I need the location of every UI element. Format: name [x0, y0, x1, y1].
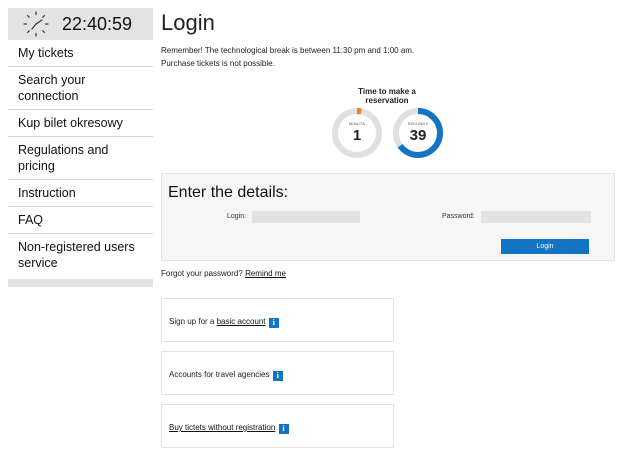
sidebar-item-regulations[interactable]: Regulations and pricing [8, 137, 153, 180]
sidebar-footer [8, 279, 153, 287]
page-title: Login [161, 10, 215, 35]
timer-title: Time to make a reservation [358, 87, 416, 105]
seconds-label: SEKUNDY [407, 121, 429, 126]
minutes-dial: MINUTA 1 [331, 107, 383, 159]
login-button[interactable]: Login [501, 239, 589, 254]
password-input[interactable] [481, 211, 591, 223]
sidebar-item-search-connection[interactable]: Search your connection [8, 67, 153, 110]
travel-agencies-box: Accounts for travel agencies i [161, 351, 394, 395]
info-icon[interactable]: i [278, 424, 289, 434]
clock-bar: 22:40:59 [8, 8, 153, 40]
signup-text: Sign up for a [169, 317, 217, 326]
sidebar: 22:40:59 My tickets Search your connecti… [8, 8, 153, 287]
sidebar-item-instruction[interactable]: Instruction [8, 180, 153, 207]
info-icon[interactable]: i [268, 318, 279, 328]
seconds-value: 39 [409, 127, 427, 144]
forgot-text: Forgot your password? [161, 269, 243, 278]
info-icon[interactable]: i [272, 371, 283, 381]
login-input[interactable] [252, 211, 360, 223]
login-label: Login: [227, 213, 247, 220]
basic-account-link[interactable]: basic account [217, 317, 266, 326]
sidebar-item-faq[interactable]: FAQ [8, 207, 153, 234]
notice-line-2: Purchase tickets is not possible. [161, 59, 275, 68]
travel-agencies-text: Accounts for travel agencies [169, 370, 270, 379]
clock-time: 22:40:59 [62, 13, 133, 34]
notice-line-1: Remember! The technological break is bet… [161, 46, 415, 55]
signup-box: Sign up for a basic account i [161, 298, 394, 342]
details-title: Enter the details: [168, 184, 289, 201]
forgot-password: Forgot your password? Remind me [161, 269, 286, 278]
password-label: Password: [442, 213, 475, 220]
sidebar-item-my-tickets[interactable]: My tickets [8, 40, 153, 67]
minutes-label: MINUTA [348, 121, 366, 126]
main-content: Login Remember! The technological break … [161, 0, 616, 448]
minutes-value: 1 [352, 127, 362, 144]
sidebar-item-kup-bilet[interactable]: Kup bilet okresowy [8, 110, 153, 137]
buy-without-registration-link[interactable]: Buy tictets without registration [169, 423, 275, 432]
clock-icon [23, 11, 49, 37]
notice: Remember! The technological break is bet… [161, 44, 616, 70]
login-details-panel: Enter the details: Login: Password: Logi… [161, 173, 615, 261]
seconds-dial: SEKUNDY 39 [392, 107, 444, 159]
no-registration-box: Buy tictets without registration i [161, 404, 394, 448]
sidebar-item-non-registered[interactable]: Non-registered users service [8, 234, 153, 279]
remind-me-link[interactable]: Remind me [245, 269, 286, 278]
